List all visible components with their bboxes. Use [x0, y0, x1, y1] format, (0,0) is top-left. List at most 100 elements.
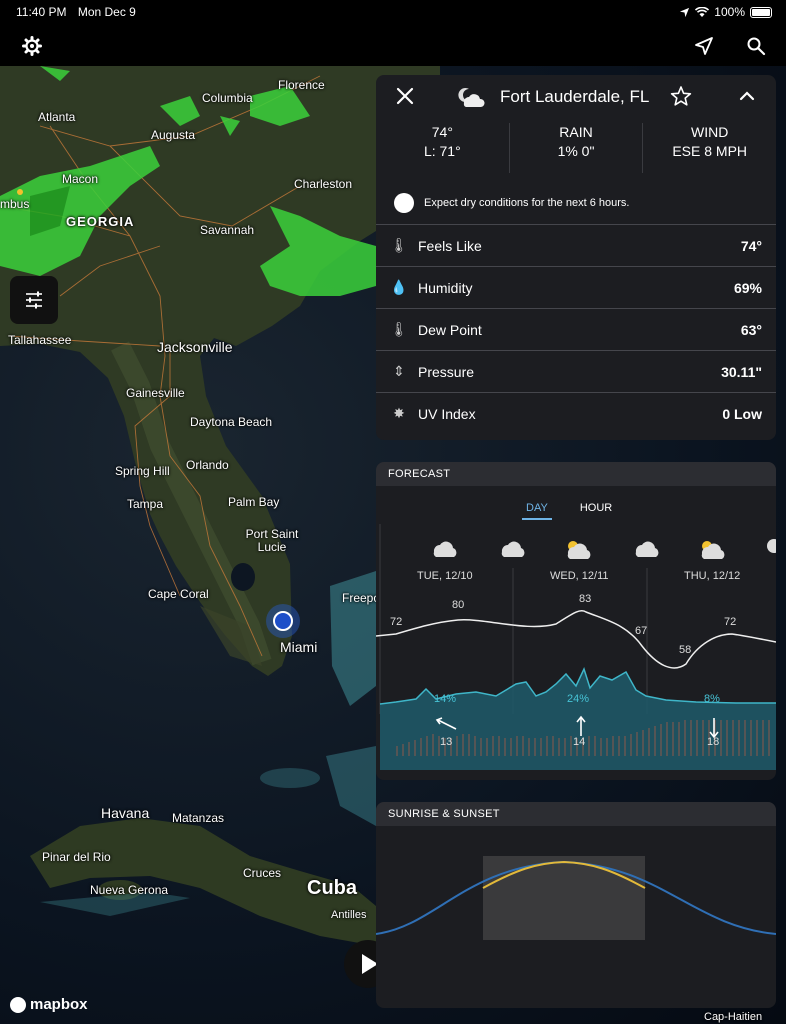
sun-icon: ✸ — [393, 405, 405, 421]
map-label-georgia: GEORGIA — [66, 214, 135, 229]
row-value: 63° — [740, 321, 762, 338]
row-value: 69% — [733, 279, 762, 296]
map-label-palm-bay: Palm Bay — [228, 495, 280, 509]
day-label: THU, 12/12 — [684, 570, 741, 582]
battery-icon — [750, 6, 772, 18]
status-date: Mon Dec 9 — [77, 5, 136, 19]
forecast-title: FORECAST — [376, 462, 776, 486]
wind-speed-label: 13 — [440, 736, 453, 748]
map-label-antilles: Antilles — [331, 909, 367, 921]
low-temp: L: 71° — [423, 143, 461, 159]
conditions-summary: 74° L: 71° RAIN 1% 0" WIND ESE 8 MPH — [376, 123, 776, 173]
cloud-icon — [433, 541, 457, 557]
precip-label: 24% — [567, 693, 590, 705]
row-dew-point: 🌡 Dew Point 63° — [376, 309, 776, 351]
sunrise-sunset-panel: SUNRISE & SUNSET — [376, 802, 776, 1008]
map-label-miami: Miami — [280, 639, 318, 655]
precip-outlook-text: Expect dry conditions for the next 6 hou… — [424, 196, 630, 209]
wind-value: ESE 8 MPH — [672, 143, 748, 159]
map-label-florence: Florence — [278, 78, 325, 92]
sunrise-sunset-title: SUNRISE & SUNSET — [376, 802, 776, 826]
pressure-icon: ⇕ — [393, 362, 405, 379]
precip-outlook: Expect dry conditions for the next 6 hou… — [376, 181, 776, 225]
row-label: Feels Like — [418, 237, 482, 254]
current-temp: 74° — [431, 124, 453, 140]
sun-path-graph — [376, 856, 776, 940]
temperature-block: 74° L: 71° — [376, 123, 509, 173]
map-label-columbia: Columbia — [202, 91, 253, 105]
partly-sunny-icon — [567, 541, 591, 559]
gear-icon[interactable] — [22, 36, 42, 56]
tab-day[interactable]: DAY — [522, 502, 552, 520]
row-label: Dew Point — [418, 321, 482, 338]
location-name: Fort Lauderdale, FL — [500, 87, 650, 106]
map-label-macon: Macon — [62, 172, 99, 186]
temp-point-label: 67 — [635, 625, 648, 637]
search-icon[interactable] — [746, 36, 766, 56]
wind-speed-label: 14 — [573, 736, 586, 748]
map-label-daytona-beach: Daytona Beach — [190, 415, 273, 429]
top-bar — [0, 24, 786, 66]
rain-value: 1% 0" — [557, 143, 595, 159]
row-label: Pressure — [418, 363, 475, 380]
tab-hour[interactable]: HOUR — [580, 502, 612, 520]
partly-sunny-icon — [701, 541, 725, 559]
cloud-icon — [635, 541, 659, 557]
row-feels-like: 🌡 Feels Like 74° — [376, 225, 776, 267]
wind-speed-label: 18 — [707, 736, 720, 748]
map-label-cape-coral: Cape Coral — [148, 587, 209, 601]
map-label-charleston: Charleston — [294, 177, 353, 191]
map-label-columbus: mbus — [0, 197, 30, 211]
close-icon[interactable] — [394, 85, 416, 107]
map-label-augusta: Augusta — [151, 128, 196, 142]
location-arrow-icon — [680, 7, 690, 17]
row-value: 74° — [740, 237, 762, 254]
navigation-arrow-icon[interactable] — [694, 36, 714, 56]
thermometer-icon: 🌡 — [390, 320, 408, 337]
map-label-port-saint-lucie: Port Saint Lucie — [245, 527, 299, 554]
battery-percent: 100% — [714, 5, 745, 19]
map-label-orlando: Orlando — [186, 458, 229, 472]
current-location-pin[interactable] — [266, 604, 300, 638]
map-label-tampa: Tampa — [127, 497, 164, 511]
chevron-up-icon[interactable] — [736, 85, 758, 107]
map-label-nueva-gerona: Nueva Gerona — [90, 883, 169, 897]
temp-point-label: 83 — [579, 593, 592, 605]
map-label-cap-haitien: Cap-Haitien — [704, 1011, 763, 1023]
row-label: UV Index — [418, 406, 476, 422]
map-label-savannah: Savannah — [200, 223, 255, 237]
temp-point-label: 72 — [390, 616, 403, 628]
sliders-icon — [26, 291, 42, 309]
wind-label: WIND — [691, 124, 729, 140]
temp-point-label: 58 — [679, 644, 692, 656]
forecast-tabs: DAY HOUR — [522, 502, 612, 520]
map-label-gainesville: Gainesville — [126, 386, 185, 400]
row-uv-index: ✸ UV Index 0 Low — [376, 393, 776, 435]
precip-label: 8% — [704, 693, 720, 705]
map-label-cuba: Cuba — [307, 877, 357, 899]
dry-indicator-icon — [394, 192, 414, 213]
row-value: 0 Low — [722, 406, 762, 422]
cloud-icon — [501, 541, 525, 557]
mapbox-logo: mapbox — [10, 996, 88, 1013]
map-label-jacksonville: Jacksonville — [157, 339, 233, 355]
partly-cloudy-night-icon — [458, 88, 485, 107]
status-time: 11:40 PM — [16, 5, 67, 19]
rain-label: RAIN — [559, 124, 593, 140]
row-label: Humidity — [418, 279, 473, 296]
moon-icon — [767, 539, 776, 553]
precip-label: 14% — [434, 693, 457, 705]
map-label-havana: Havana — [101, 805, 150, 821]
map-layers-button[interactable] — [10, 276, 58, 324]
map-label-atlanta: Atlanta — [38, 110, 76, 124]
wifi-icon — [695, 6, 710, 17]
temp-point-label: 72 — [724, 616, 737, 628]
map-label-spring-hill: Spring Hill — [115, 464, 170, 478]
star-icon[interactable] — [670, 85, 692, 107]
temp-point-label: 80 — [452, 599, 465, 611]
thermometer-icon: 🌡 — [390, 236, 408, 253]
forecast-panel: FORECAST DAY HOUR TUE, 12/10 WED, 12/11 … — [376, 462, 776, 780]
map-label-pinar-del-rio: Pinar del Rio — [42, 850, 111, 864]
map-label-matanzas: Matanzas — [172, 811, 225, 825]
map-label-cruces: Cruces — [243, 866, 282, 880]
